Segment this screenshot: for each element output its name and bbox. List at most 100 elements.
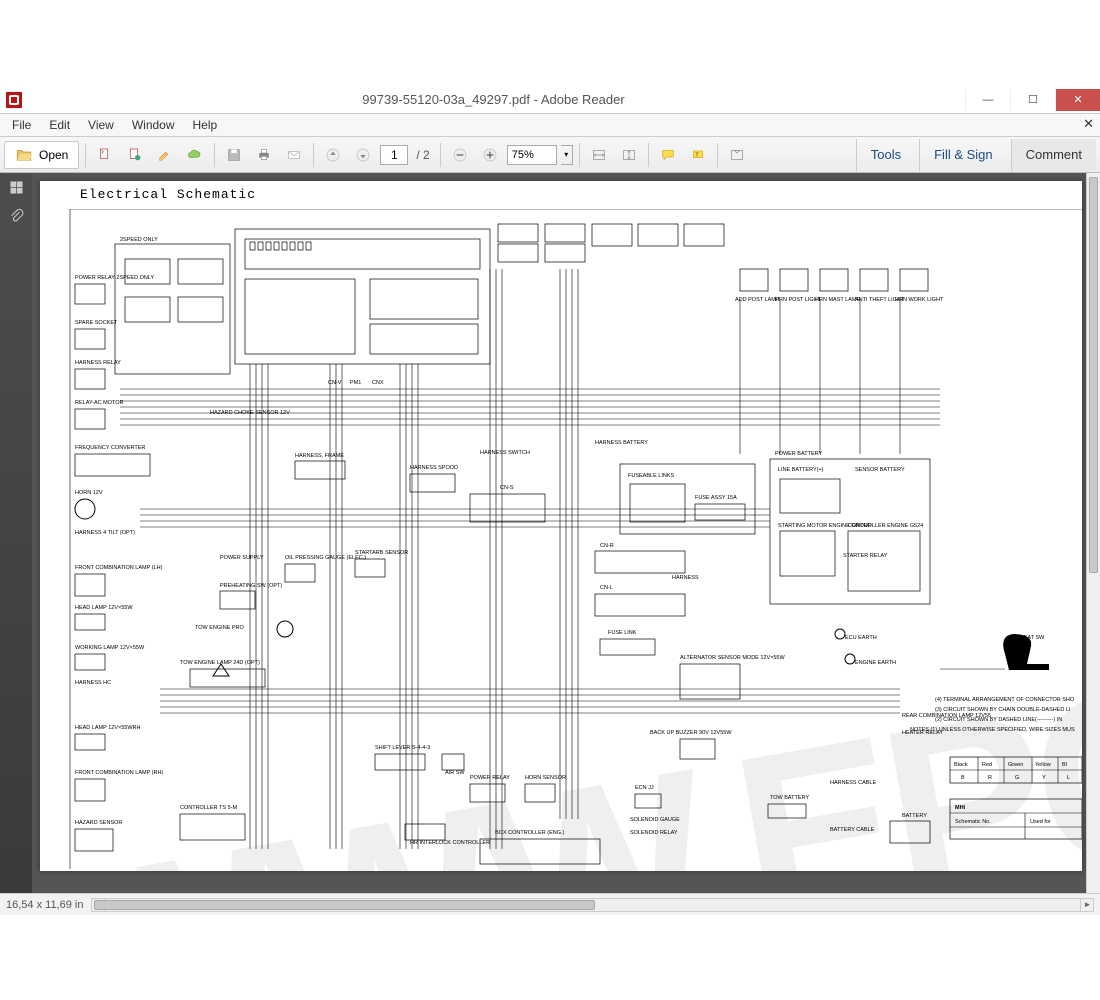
h-scrollbar-thumb[interactable] xyxy=(94,900,594,910)
svg-text:FRONT COMBINATION LAMP (RH): FRONT COMBINATION LAMP (RH) xyxy=(75,770,163,776)
comment-bubble-button[interactable] xyxy=(655,141,681,169)
arrow-up-icon xyxy=(325,147,341,163)
menu-edit[interactable]: Edit xyxy=(41,116,78,134)
svg-text:FREQUENCY CONVERTER: FREQUENCY CONVERTER xyxy=(75,445,145,451)
menubar: File Edit View Window Help ✕ xyxy=(0,114,1100,137)
svg-text:FUSEABLE LINKS: FUSEABLE LINKS xyxy=(628,473,674,479)
svg-text:HR INTERLOCK CONTROLLER: HR INTERLOCK CONTROLLER xyxy=(410,840,490,846)
electrical-schematic-diagram: 2SPEED ONLY xyxy=(40,209,1082,869)
page-up-button[interactable] xyxy=(320,141,346,169)
vertical-scrollbar[interactable] xyxy=(1086,173,1100,893)
zoom-dropdown-button[interactable]: ▾ xyxy=(561,145,573,165)
statusbar: 16,54 x 11,69 in ◄ ► xyxy=(0,893,1100,915)
close-button[interactable]: ✕ xyxy=(1055,89,1100,111)
schematic-title: Electrical Schematic xyxy=(80,187,256,202)
scroll-right-icon[interactable]: ► xyxy=(1080,899,1094,911)
save-button[interactable] xyxy=(221,141,247,169)
zoom-out-button[interactable] xyxy=(447,141,473,169)
print-button[interactable] xyxy=(251,141,277,169)
menu-window[interactable]: Window xyxy=(124,116,183,134)
app-window: 99739-55120-03a_49297.pdf - Adobe Reader… xyxy=(0,86,1100,915)
page-total-label: / 2 xyxy=(412,148,433,162)
svg-text:HEAD LAMP 12V×55WRH: HEAD LAMP 12V×55WRH xyxy=(75,725,140,731)
svg-text:R: R xyxy=(988,775,992,781)
svg-text:RELAY-AC MOTOR: RELAY-AC MOTOR xyxy=(75,400,124,406)
export-pdf-button[interactable] xyxy=(92,141,118,169)
minimize-button[interactable]: — xyxy=(965,89,1010,111)
envelope-icon xyxy=(286,147,302,163)
svg-text:PREHEATING SW (OPT): PREHEATING SW (OPT) xyxy=(220,583,282,589)
svg-text:(3) CIRCUIT SHOWN BY CHAIN DOU: (3) CIRCUIT SHOWN BY CHAIN DOUBLE-DASHED… xyxy=(935,707,1071,713)
edit-button[interactable] xyxy=(152,141,178,169)
fit-width-button[interactable] xyxy=(586,141,612,169)
svg-text:SENSOR BATTERY: SENSOR BATTERY xyxy=(855,467,905,473)
svg-text:HARNESS: HARNESS xyxy=(672,575,699,581)
page-down-button[interactable] xyxy=(350,141,376,169)
open-button[interactable]: Open xyxy=(4,141,79,169)
svg-text:CONTROLLER TS 5-M: CONTROLLER TS 5-M xyxy=(180,805,237,811)
svg-text:SOLENOID GAUGE: SOLENOID GAUGE xyxy=(630,817,680,823)
svg-text:HARNESS HC: HARNESS HC xyxy=(75,680,111,686)
svg-text:PM1: PM1 xyxy=(350,380,361,386)
nav-sidebar xyxy=(0,173,32,893)
highlight-button[interactable]: T xyxy=(685,141,711,169)
svg-text:MHI: MHI xyxy=(955,805,966,811)
printer-icon xyxy=(256,147,272,163)
minus-icon xyxy=(452,147,468,163)
svg-text:FUSE LINK: FUSE LINK xyxy=(608,630,637,636)
svg-text:ECN JJ: ECN JJ xyxy=(635,785,654,791)
svg-text:Red: Red xyxy=(982,762,992,768)
cloud-icon xyxy=(187,147,203,163)
svg-text:HARNESS SWITCH: HARNESS SWITCH xyxy=(480,450,530,456)
floppy-icon xyxy=(226,147,242,163)
svg-text:G: G xyxy=(1015,775,1019,781)
fit-page-button[interactable] xyxy=(616,141,642,169)
svg-text:AIR SW: AIR SW xyxy=(445,770,465,776)
zoom-level-input[interactable] xyxy=(507,145,557,165)
fit-page-icon xyxy=(621,147,637,163)
titlebar: 99739-55120-03a_49297.pdf - Adobe Reader… xyxy=(0,86,1100,114)
svg-text:FUSE ASSY 15A: FUSE ASSY 15A xyxy=(695,495,737,501)
svg-text:BATTERY CABLE: BATTERY CABLE xyxy=(830,827,875,833)
svg-text:Y: Y xyxy=(1042,775,1046,781)
read-mode-button[interactable] xyxy=(724,141,750,169)
svg-text:HORN 12V: HORN 12V xyxy=(75,490,103,496)
comment-icon xyxy=(660,147,676,163)
read-mode-icon xyxy=(729,147,745,163)
svg-text:TOW BATTERY: TOW BATTERY xyxy=(770,795,809,801)
pencil-icon xyxy=(157,147,173,163)
maximize-button[interactable]: ☐ xyxy=(1010,89,1055,111)
open-label: Open xyxy=(39,148,68,162)
svg-text:CN-R: CN-R xyxy=(600,543,614,549)
svg-text:NOTES (1) UNLESS OTHERWISE SPE: NOTES (1) UNLESS OTHERWISE SPECIFIED, WI… xyxy=(910,727,1075,733)
app-icon xyxy=(6,92,22,108)
svg-text:SHIFT LEVER S-4-4-3: SHIFT LEVER S-4-4-3 xyxy=(375,745,430,751)
page-number-input[interactable] xyxy=(380,145,408,165)
document-viewport[interactable]: Electrical Schematic WWW.EPC O.COM 2SPEE… xyxy=(32,173,1086,893)
thumbnails-icon[interactable] xyxy=(8,179,25,196)
cloud-button[interactable] xyxy=(182,141,208,169)
svg-text:CN-L: CN-L xyxy=(600,585,613,591)
menu-file[interactable]: File xyxy=(4,116,39,134)
comment-pane-button[interactable]: Comment xyxy=(1011,139,1096,171)
horizontal-scrollbar[interactable]: ◄ ► xyxy=(91,898,1094,912)
svg-text:Yellow: Yellow xyxy=(1035,762,1051,768)
tools-pane-button[interactable]: Tools xyxy=(856,139,915,171)
svg-text:B: B xyxy=(961,775,965,781)
svg-text:Black: Black xyxy=(954,762,968,768)
window-title: 99739-55120-03a_49297.pdf - Adobe Reader xyxy=(22,92,965,107)
svg-text:BOX CONTROLLER (ENG.): BOX CONTROLLER (ENG.) xyxy=(495,830,565,836)
scrollbar-thumb[interactable] xyxy=(1089,177,1098,573)
menu-help[interactable]: Help xyxy=(185,116,226,134)
arrow-down-icon xyxy=(355,147,371,163)
create-pdf-button[interactable] xyxy=(122,141,148,169)
menu-view[interactable]: View xyxy=(80,116,122,134)
page-dimensions-label: 16,54 x 11,69 in xyxy=(6,899,83,911)
svg-text:ADD POST LAMP: ADD POST LAMP xyxy=(735,297,780,303)
email-button[interactable] xyxy=(281,141,307,169)
pdf-create-icon xyxy=(127,147,143,163)
attachments-icon[interactable] xyxy=(8,208,25,225)
fill-sign-pane-button[interactable]: Fill & Sign xyxy=(919,139,1007,171)
document-close-icon[interactable]: ✕ xyxy=(1083,116,1094,132)
zoom-in-button[interactable] xyxy=(477,141,503,169)
